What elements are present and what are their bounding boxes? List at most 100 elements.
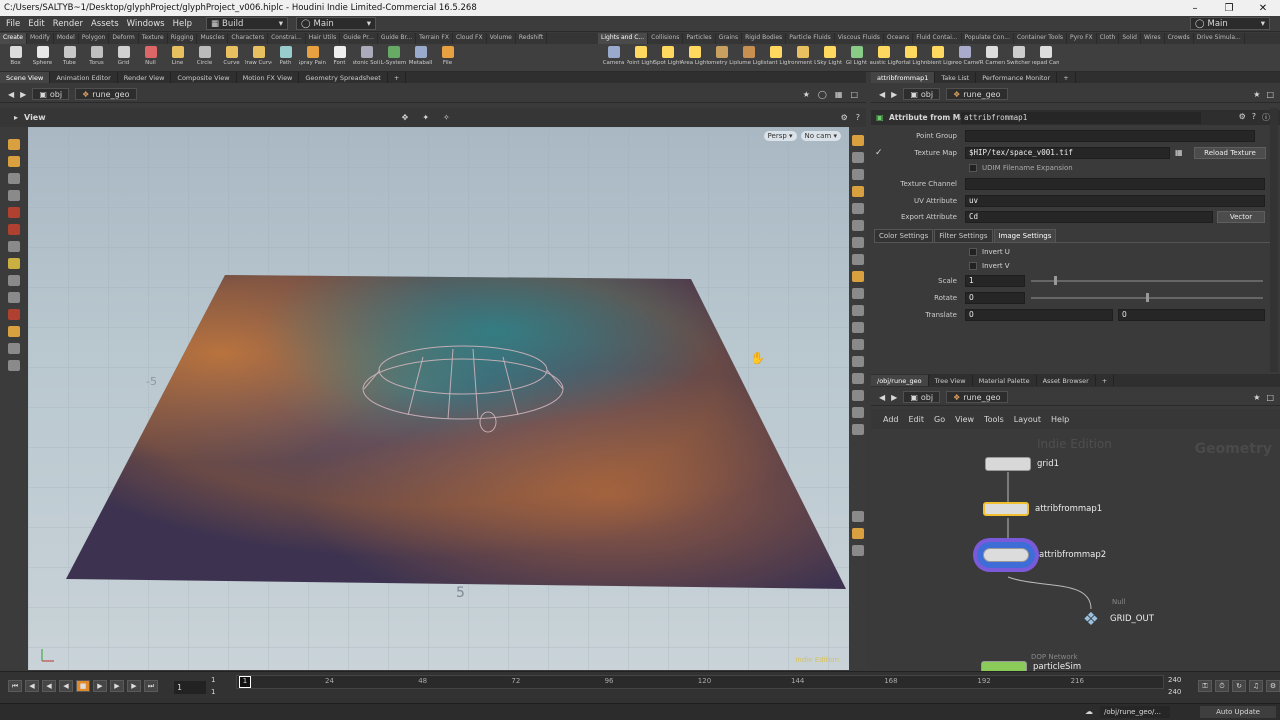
tool-portal-light[interactable]: Portal Light [897,44,924,71]
tool-switcher[interactable]: Switcher [1005,44,1032,71]
shelf-tab-container-tools[interactable]: Container Tools [1014,33,1067,44]
tab-render-view[interactable]: Render View [118,72,172,83]
play-icon[interactable]: ▶ [93,680,107,692]
help-icon[interactable]: ? [856,113,860,122]
forward-arrow-icon[interactable]: ▶ [20,90,26,99]
export-type-dropdown[interactable]: Vector [1217,210,1265,223]
tool-path[interactable]: Path [272,44,299,71]
breadcrumb-obj[interactable]: ▣ obj [903,88,941,100]
tab-animation-editor[interactable]: Animation Editor [50,72,118,83]
tool-grid[interactable]: Grid [110,44,137,71]
loop-icon[interactable]: ↻ [1232,680,1246,692]
realtime-icon[interactable]: ⏱ [1215,680,1229,692]
breadcrumb-geo[interactable]: ❖ rune_geo [946,391,1008,403]
tool-gi-light[interactable]: GI Light [843,44,870,71]
add-tab-icon[interactable]: + [1057,72,1076,83]
tool-geometry-light[interactable]: Geometry Light [708,44,735,71]
pin-icon[interactable]: ★ [1253,393,1260,402]
info-icon[interactable]: ⓘ [1262,112,1270,123]
breadcrumb-geo[interactable]: ❖ rune_geo [75,88,137,100]
back-arrow-icon[interactable]: ◀ [879,90,885,99]
render-region-icon[interactable] [851,407,864,418]
tab-image-settings[interactable]: Image Settings [993,229,1057,242]
back-arrow-icon[interactable]: ◀ [879,393,885,402]
uv-attribute-field[interactable]: uv [965,194,1265,207]
shelf-tab-muscles[interactable]: Muscles [197,33,229,44]
tool-box[interactable]: Box [2,44,29,71]
tool-draw-curve[interactable]: Draw Curve [245,44,272,71]
shelf-tab-create[interactable]: Create [0,33,27,44]
normals-icon[interactable] [851,220,864,231]
scale-slider-handle[interactable] [1054,276,1057,285]
select-tool-icon[interactable] [8,139,20,150]
param-scrollbar[interactable] [1270,108,1278,372]
tool-sphere[interactable]: Sphere [29,44,56,71]
tool-gamepad-camera[interactable]: Gamepad Camera [1032,44,1059,71]
menu-help[interactable]: Help [173,19,192,29]
menu-render[interactable]: Render [53,19,83,29]
node-name-field[interactable]: attribfrommap1 [961,111,1201,124]
back-arrow-icon[interactable]: ◀ [8,90,14,99]
tool-area-light[interactable]: Area Light [681,44,708,71]
shelf-tab-guide-pr[interactable]: Guide Pr... [340,33,378,44]
shelf-tab-rigging[interactable]: Rigging [168,33,198,44]
view-menu-icon[interactable]: ▸ [14,113,18,122]
tool-metaball[interactable]: Metaball [407,44,434,71]
gear-icon[interactable]: ⚙ [1239,112,1246,123]
jump-end-icon[interactable]: ⏭ [144,680,158,692]
camera-tool-icon[interactable] [8,343,20,354]
maximize-icon[interactable]: □ [1266,90,1274,99]
shelf-tab-hair-utils[interactable]: Hair Utils [306,33,341,44]
start-frame-label-2[interactable]: 1 [211,688,215,696]
add-tab-icon[interactable]: + [388,72,407,83]
current-frame-field[interactable]: 1 [174,681,206,694]
play-reverse-icon[interactable]: ◀ [59,680,73,692]
scale-tool-icon[interactable] [8,224,20,235]
close-icon[interactable]: ✕ [1246,3,1280,14]
shelf-tab-polygon[interactable]: Polygon [79,33,110,44]
node-particlesim[interactable]: particleSim [981,661,1081,671]
shelf-tab-constrai[interactable]: Constrai... [268,33,306,44]
tab-performance-monitor[interactable]: Performance Monitor [976,72,1058,83]
tool-line[interactable]: Line [164,44,191,71]
network-menu-add[interactable]: Add [883,415,899,424]
main-dropdown[interactable]: ◯ Main ▾ [295,17,376,30]
translate-x-field[interactable]: 0 [965,308,1113,321]
tool-torus[interactable]: Torus [83,44,110,71]
shelf-tab-volume[interactable]: Volume [487,33,516,44]
settings-icon[interactable]: ⚙ [1266,680,1280,692]
brush-tool-icon[interactable] [8,258,20,269]
pin-icon[interactable]: ★ [1253,90,1260,99]
shelf-tab-characters[interactable]: Characters [228,33,269,44]
shelf-tab-rigid-bodies[interactable]: Rigid Bodies [742,33,787,44]
breadcrumb-obj[interactable]: ▣ obj [903,391,941,403]
step-back-icon[interactable]: ◀ [42,680,56,692]
shelf-tab-cloth[interactable]: Cloth [1097,33,1120,44]
light-bulb-icon[interactable] [851,237,864,248]
tab-color-settings[interactable]: Color Settings [874,229,934,242]
shelf-tab-particles[interactable]: Particles [683,33,716,44]
rotate-slider-handle[interactable] [1146,293,1149,302]
export-attribute-field[interactable]: Cd [965,210,1213,223]
breadcrumb-geo[interactable]: ❖ rune_geo [946,88,1008,100]
view-label[interactable]: View [24,113,46,122]
prim-numbers-icon[interactable] [851,288,864,299]
tool-file[interactable]: File [434,44,461,71]
tool-camera[interactable]: Camera [600,44,627,71]
auto-update-dropdown[interactable]: Auto Update [1200,706,1276,718]
shelf-tab-solid[interactable]: Solid [1119,33,1141,44]
network-menu-go[interactable]: Go [934,415,945,424]
tool-font[interactable]: Font [326,44,353,71]
desktop-dropdown[interactable]: ▦ Build ▾ [205,17,288,30]
shelf-tab-modify[interactable]: Modify [27,33,54,44]
audio-icon[interactable]: ♫ [1249,680,1263,692]
tool-stereo-camera[interactable]: Stereo Camera [951,44,978,71]
shelf-tab-fluid-contai[interactable]: Fluid Contai... [913,33,962,44]
shelf-tab-cloud-fx[interactable]: Cloud FX [453,33,487,44]
shelf-tab-guide-br[interactable]: Guide Br... [378,33,417,44]
ghost-icon[interactable] [851,186,864,197]
tool-spray-paint[interactable]: Spray Paint [299,44,326,71]
view-tools-icon[interactable]: ⚙ [841,113,848,122]
tool-tube[interactable]: Tube [56,44,83,71]
tool-caustic-light[interactable]: Caustic Light [870,44,897,71]
